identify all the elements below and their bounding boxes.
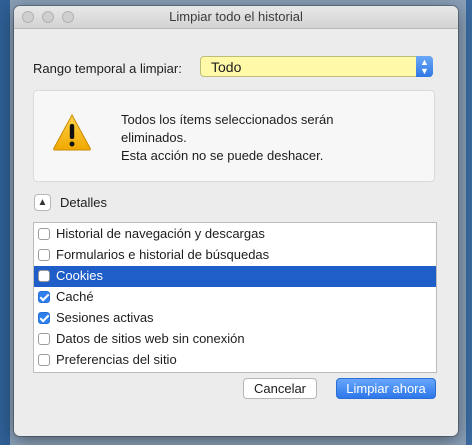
list-item-offline-data[interactable]: Datos de sitios web sin conexión (34, 329, 436, 350)
zoom-window-button[interactable] (62, 11, 74, 23)
sessions-checkbox[interactable] (38, 312, 50, 324)
details-label: Detalles (60, 195, 107, 210)
chevron-up-icon: ▲ (37, 197, 48, 208)
site-prefs-checkbox[interactable] (38, 354, 50, 366)
title-bar: Limpiar todo el historial (14, 6, 458, 29)
list-item-label: Preferencias del sitio (56, 352, 177, 367)
list-item-label: Caché (56, 289, 94, 304)
list-item-site-prefs[interactable]: Preferencias del sitio (34, 350, 436, 371)
background-window-edge (0, 0, 10, 445)
list-item-history[interactable]: Historial de navegación y descargas (34, 224, 436, 245)
list-item-label: Cookies (56, 268, 103, 283)
close-window-button[interactable] (22, 11, 34, 23)
list-item-sessions[interactable]: Sesiones activas (34, 308, 436, 329)
time-range-label: Rango temporal a limpiar: (33, 61, 182, 76)
minimize-window-button[interactable] (42, 11, 54, 23)
time-range-value: Todo (211, 59, 242, 75)
warning-panel: Todos los ítems seleccionados serán elim… (33, 90, 435, 182)
history-items-list[interactable]: Historial de navegación y descargas Form… (33, 222, 437, 373)
cache-checkbox[interactable] (38, 291, 50, 303)
clear-now-button[interactable]: Limpiar ahora (336, 378, 436, 399)
list-item-cookies[interactable]: Cookies (34, 266, 436, 287)
list-item-label: Historial de navegación y descargas (56, 226, 265, 241)
time-range-select[interactable]: Todo ▲ ▼ (200, 56, 433, 77)
warning-line-2: eliminados. (121, 130, 187, 145)
list-item-label: Datos de sitios web sin conexión (56, 331, 245, 346)
warning-line-1: Todos los ítems seleccionados serán (121, 112, 334, 127)
chevron-updown-icon: ▲ ▼ (416, 56, 433, 77)
history-checkbox[interactable] (38, 228, 50, 240)
list-item-forms[interactable]: Formularios e historial de búsquedas (34, 245, 436, 266)
list-item-label: Sesiones activas (56, 310, 154, 325)
warning-message: Todos los ítems seleccionados serán elim… (121, 111, 421, 165)
details-toggle-button[interactable]: ▲ (34, 194, 51, 211)
warning-line-3: Esta acción no se puede deshacer. (121, 148, 324, 163)
warning-triangle-icon (53, 113, 91, 151)
list-item-label: Formularios e historial de búsquedas (56, 247, 270, 262)
offline-data-checkbox[interactable] (38, 333, 50, 345)
clear-history-dialog: Limpiar todo el historial Rango temporal… (14, 6, 458, 436)
cancel-button[interactable]: Cancelar (243, 378, 317, 399)
forms-checkbox[interactable] (38, 249, 50, 261)
window-title: Limpiar todo el historial (169, 9, 303, 24)
list-item-cache[interactable]: Caché (34, 287, 436, 308)
cookies-checkbox[interactable] (38, 270, 50, 282)
background-window-edge-right (466, 0, 472, 445)
